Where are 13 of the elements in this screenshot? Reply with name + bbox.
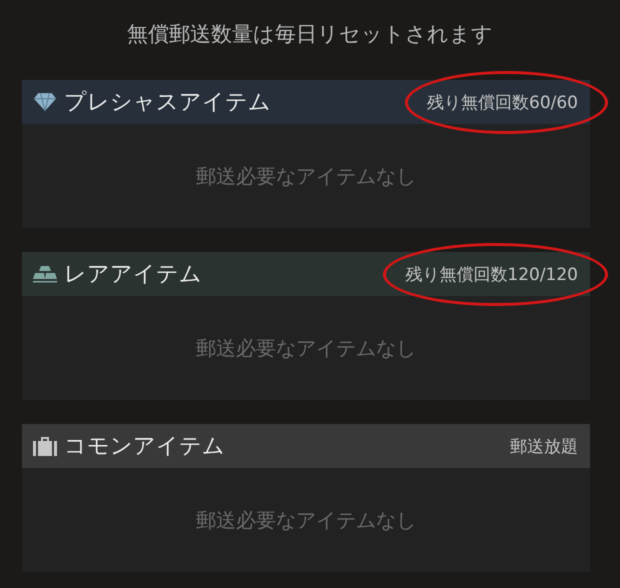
quota-text: 残り無償回数60/60	[427, 92, 578, 112]
diamond-icon	[32, 92, 58, 112]
section-title: プレシャスアイテム	[64, 89, 272, 117]
empty-message: 郵送必要なアイテムなし	[196, 162, 416, 190]
ingot-stack-icon	[32, 264, 58, 284]
section-title: コモンアイテム	[64, 433, 226, 461]
empty-message: 郵送必要なアイテムなし	[196, 334, 416, 362]
quota-text: 残り無償回数120/120	[405, 264, 578, 284]
notice-text: 無償郵送数量は毎日リセットされます	[126, 21, 494, 48]
section-title: レアアイテム	[64, 261, 203, 289]
suitcase-icon	[32, 436, 58, 456]
quota-text: 郵送放題	[510, 436, 578, 456]
empty-message: 郵送必要なアイテムなし	[196, 506, 416, 534]
